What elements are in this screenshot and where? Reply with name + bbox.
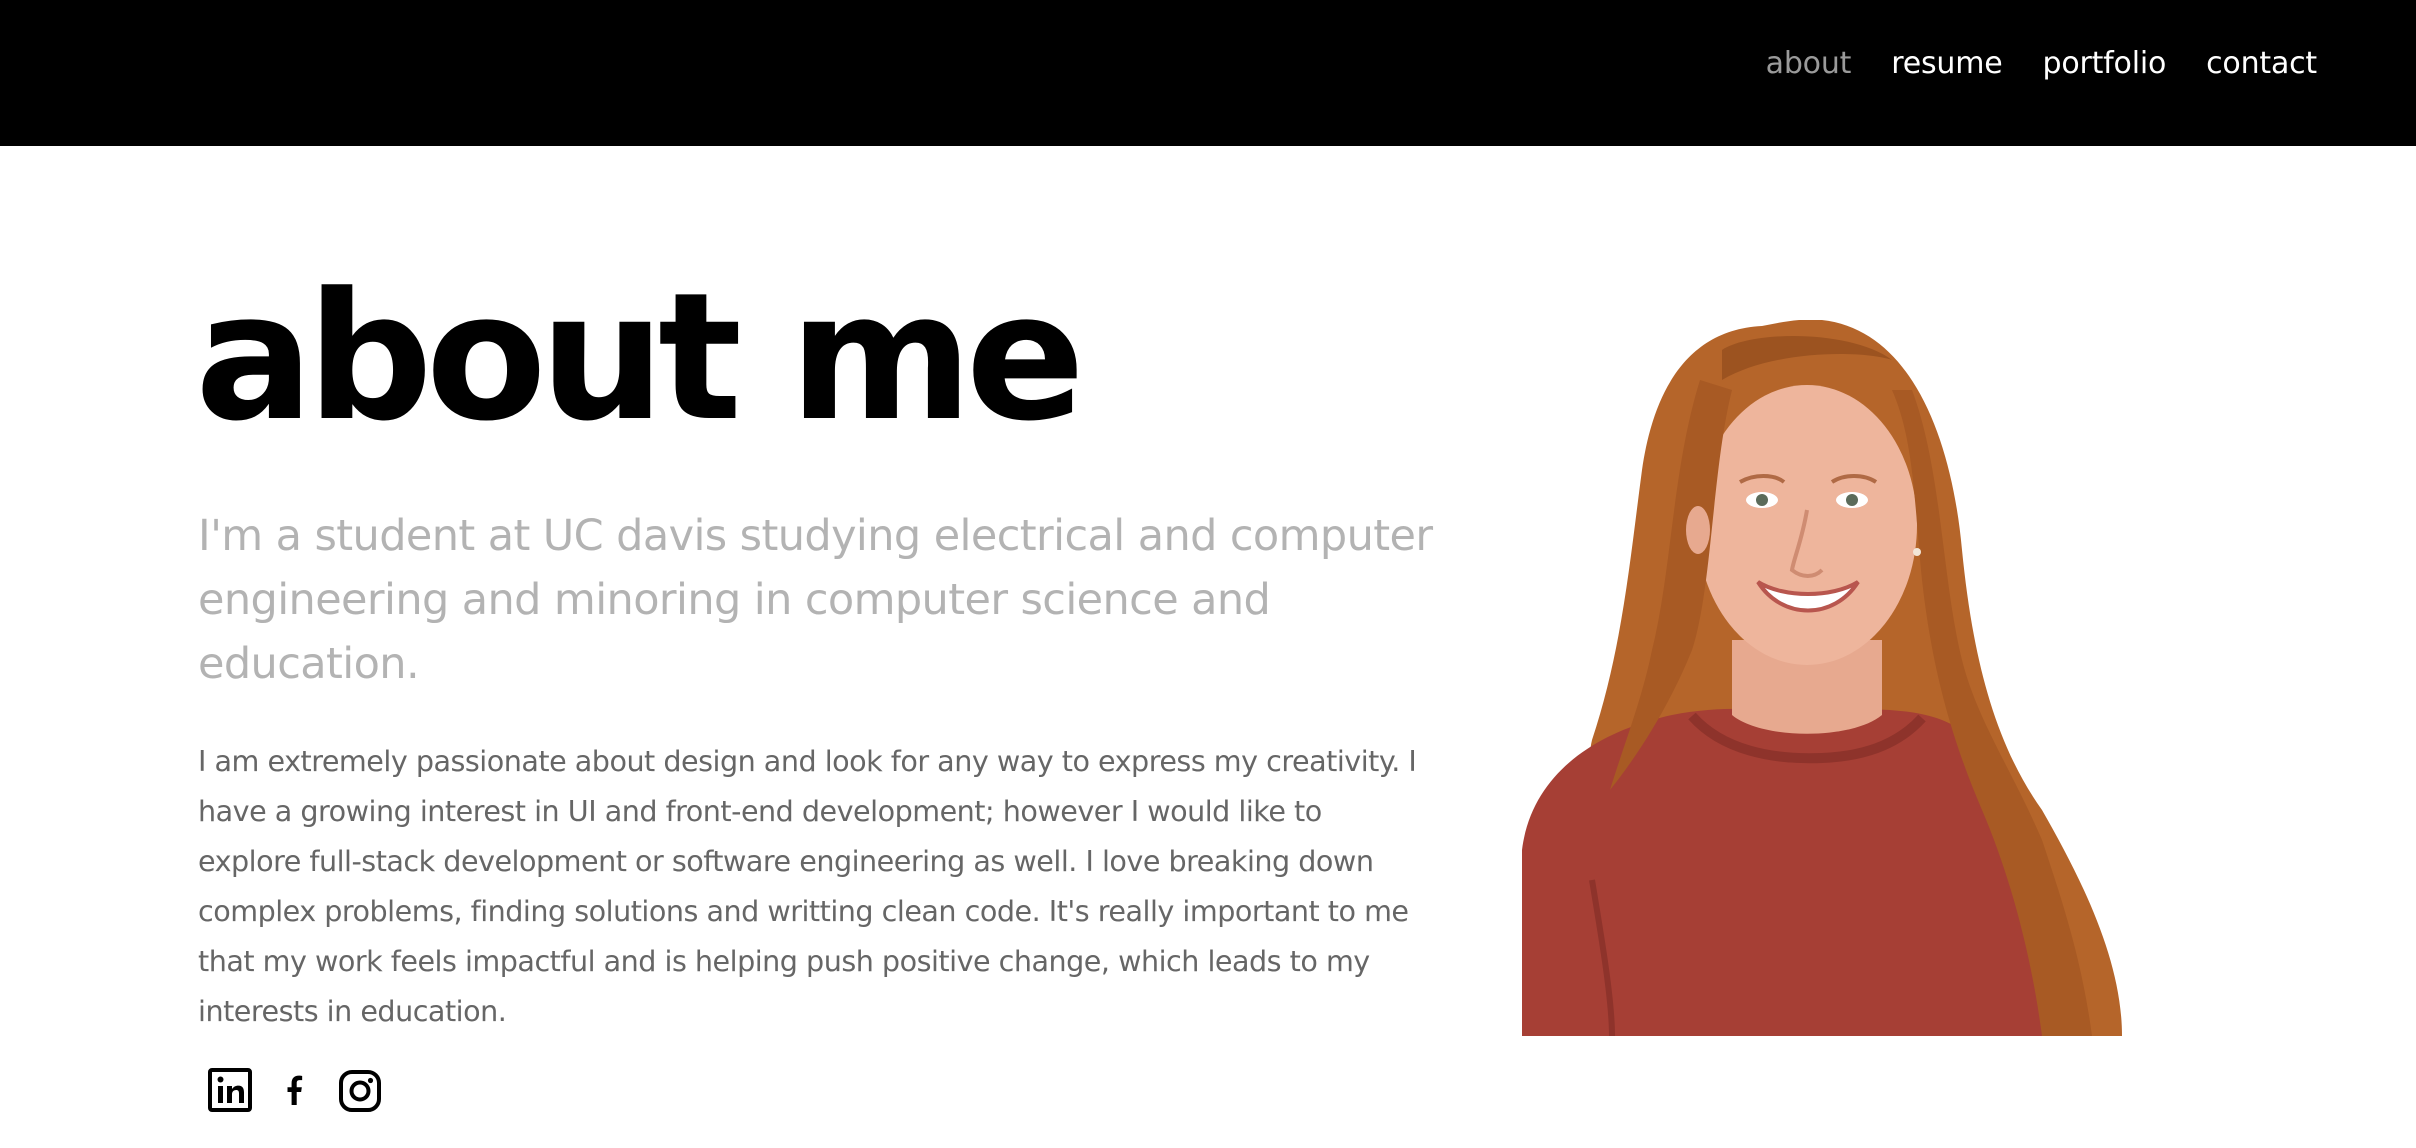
nav-link-resume[interactable]: resume: [1891, 46, 2002, 81]
nav-link-about[interactable]: about: [1766, 46, 1852, 81]
facebook-icon: [287, 1075, 303, 1105]
profile-photo: [1522, 320, 2122, 1036]
intro-subtitle: I'm a student at UC davis studying elect…: [198, 511, 1433, 689]
instagram-icon: [339, 1070, 381, 1112]
top-navigation-bar: about resume portfolio contact: [0, 0, 2416, 146]
bio-paragraph: I am extremely passionate about design a…: [198, 744, 1417, 1028]
linkedin-link[interactable]: [208, 1066, 252, 1114]
nav-link-contact[interactable]: contact: [2206, 46, 2317, 81]
nav-link-portfolio[interactable]: portfolio: [2042, 46, 2166, 81]
main-nav: about resume portfolio contact: [1766, 0, 2318, 126]
instagram-link[interactable]: [338, 1066, 382, 1114]
facebook-link[interactable]: [280, 1066, 310, 1114]
page-title: about me: [195, 255, 1085, 460]
social-links: [208, 1066, 382, 1114]
linkedin-icon: [208, 1068, 252, 1112]
